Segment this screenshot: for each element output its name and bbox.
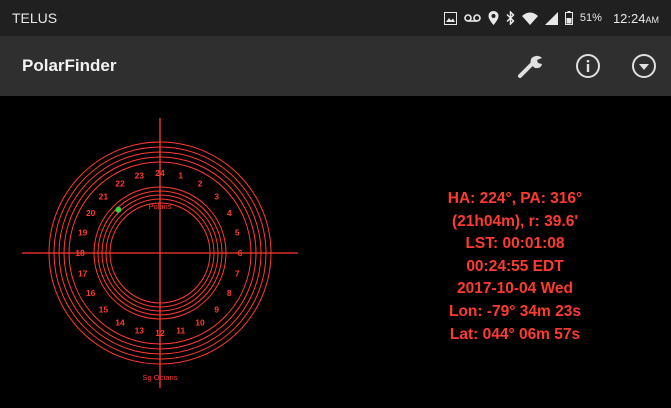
hour-label-1: 1 bbox=[178, 171, 183, 181]
latitude: Lat: 044° 06m 57s bbox=[449, 325, 581, 343]
hour-label-15: 15 bbox=[99, 305, 109, 315]
hour-label-22: 22 bbox=[115, 179, 125, 189]
hour-label-21: 21 bbox=[99, 191, 109, 201]
hour-label-20: 20 bbox=[86, 208, 96, 218]
battery-icon bbox=[564, 11, 573, 25]
status-bar: TELUS 51% 12:24AM bbox=[0, 0, 671, 36]
settings-button[interactable] bbox=[517, 53, 545, 79]
hour-label-6: 6 bbox=[238, 248, 243, 258]
dropdown-icon bbox=[632, 54, 656, 78]
info-icon bbox=[576, 54, 600, 78]
wifi-icon bbox=[521, 12, 538, 25]
hour-label-4: 4 bbox=[227, 208, 232, 218]
app-bar: PolarFinder bbox=[0, 36, 671, 96]
bluetooth-icon bbox=[506, 11, 515, 25]
image-icon bbox=[443, 11, 457, 25]
longitude: Lon: -79° 34m 23s bbox=[449, 302, 581, 320]
hour-label-12: 12 bbox=[155, 328, 165, 338]
hour-label-19: 19 bbox=[78, 227, 88, 237]
menu-dropdown-button[interactable] bbox=[631, 53, 657, 79]
polaris-marker bbox=[115, 206, 122, 213]
hour-label-5: 5 bbox=[235, 227, 240, 237]
hour-label-13: 13 bbox=[135, 325, 145, 335]
info-panel: HA: 224°, PA: 316° (21h04m), r: 39.6' LS… bbox=[400, 188, 630, 346]
app-actions bbox=[517, 53, 657, 79]
clock: 12:24AM bbox=[613, 11, 659, 26]
main-view: 24 1 2 3 4 5 6 7 8 9 10 11 12 13 14 15 16 17 18 19 20 21 22 23 P… bbox=[0, 96, 671, 408]
hour-label-8: 8 bbox=[227, 288, 232, 298]
hour-label-14: 14 bbox=[115, 317, 125, 327]
hour-label-7: 7 bbox=[235, 269, 240, 279]
hour-label-17: 17 bbox=[78, 269, 88, 279]
hour-label-3: 3 bbox=[214, 191, 219, 201]
hour-label-18: 18 bbox=[75, 248, 85, 258]
battery-percent: 51% bbox=[579, 12, 602, 24]
location-icon bbox=[488, 11, 499, 25]
date: 2017-10-04 Wed bbox=[456, 280, 574, 298]
clock-time: 12:24 bbox=[612, 10, 646, 26]
status-icons: 51% 12:24AM bbox=[443, 11, 659, 26]
signal-icon bbox=[544, 11, 558, 25]
hour-label-24: 24 bbox=[155, 168, 165, 178]
polar-reticle[interactable]: 24 1234567891011121314151617181920212223P… bbox=[0, 96, 400, 408]
local-sidereal-time: LST: 00:01:08 bbox=[465, 235, 565, 253]
hour-label-2: 2 bbox=[198, 179, 203, 189]
hour-label-11: 11 bbox=[176, 325, 185, 335]
hour-label-23: 23 bbox=[135, 171, 145, 181]
carrier-name: TELUS bbox=[12, 10, 58, 26]
hour-angle-position-angle: HA: 224°, PA: 316° bbox=[447, 190, 583, 207]
app-title: PolarFinder bbox=[22, 56, 117, 75]
local-time: 00:24:55 EDT bbox=[466, 257, 564, 275]
voicemail-icon bbox=[464, 13, 481, 23]
hour-label-9: 9 bbox=[214, 305, 219, 315]
info-button[interactable] bbox=[575, 53, 601, 79]
hour-time-radius: (21h04m), r: 39.6' bbox=[451, 212, 579, 230]
clock-suffix: AM bbox=[645, 14, 660, 25]
sigma-octans-label: Sg Octans bbox=[142, 373, 177, 382]
wrench-icon bbox=[518, 55, 542, 78]
polaris-label: Polaris bbox=[149, 202, 172, 211]
hour-label-10: 10 bbox=[195, 317, 205, 327]
hour-label-16: 16 bbox=[86, 288, 96, 298]
